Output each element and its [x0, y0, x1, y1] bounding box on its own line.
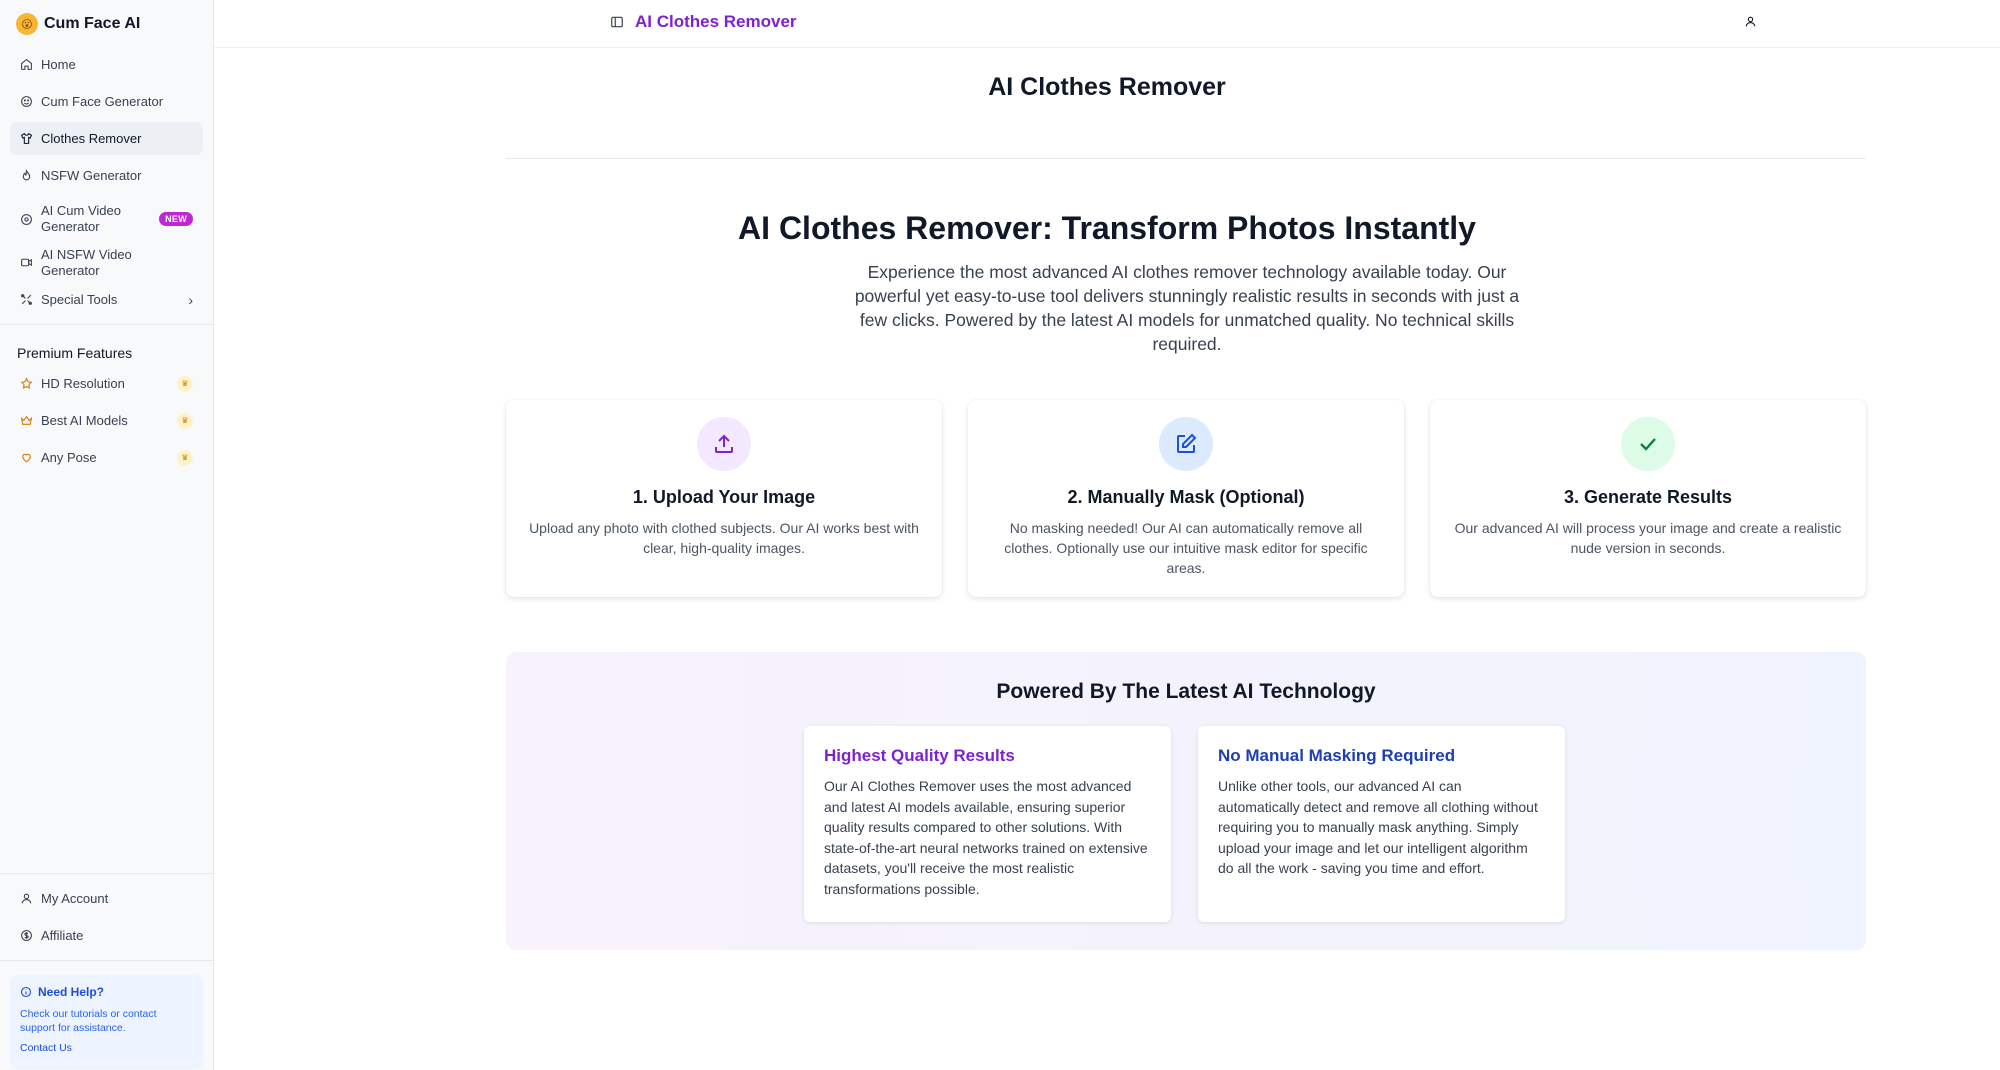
feature-text: Unlike other tools, our advanced AI can … — [1218, 778, 1538, 876]
premium-item-hd-resolution[interactable]: HD Resolution ♛ — [10, 367, 203, 400]
contact-us-link[interactable]: Contact Us — [20, 1042, 72, 1054]
sidebar-bottom: My Account Affiliate Need Help? Check ou… — [0, 873, 213, 1069]
brand-logo-icon: 😮 — [16, 13, 38, 35]
step-desc: Upload any photo with clothed subjects. … — [529, 520, 919, 556]
nav-item-ai-nsfw-video-generator[interactable]: AI NSFW Video Generator — [10, 246, 203, 279]
premium-item-label: Any Pose — [41, 449, 97, 465]
step-card-upload: 1. Upload Your Image Upload any photo wi… — [506, 400, 942, 597]
edit-icon — [1159, 417, 1213, 471]
crown-icon: ♛ — [177, 449, 193, 466]
nav-item-label: NSFW Generator — [41, 167, 142, 183]
steps-section: 1. Upload Your Image Upload any photo wi… — [506, 400, 1866, 597]
main-content: AI Clothes Remover AI Clothes Remover AI… — [214, 0, 2000, 1070]
brand[interactable]: 😮 Cum Face AI — [0, 0, 213, 48]
nav-item-my-account[interactable]: My Account — [10, 882, 203, 915]
user-icon — [20, 892, 33, 905]
flame-icon — [20, 169, 33, 182]
nav-item-home[interactable]: Home — [10, 48, 203, 81]
dollar-icon — [20, 929, 33, 942]
sidebar-divider — [0, 960, 213, 961]
page-title: AI Clothes Remover — [988, 73, 1226, 101]
sidebar: 😮 Cum Face AI Home Cum Face Generator Cl… — [0, 0, 214, 1070]
nav-item-cum-face-generator[interactable]: Cum Face Generator — [10, 85, 203, 118]
step-title: 2. Manually Mask (Optional) — [1067, 487, 1305, 507]
sidebar-divider — [0, 324, 213, 325]
chevron-right-icon: › — [188, 291, 193, 308]
nav-item-affiliate[interactable]: Affiliate — [10, 919, 203, 952]
feature-text: Our AI Clothes Remover uses the most adv… — [824, 778, 1148, 897]
step-desc: Our advanced AI will process your image … — [1454, 520, 1842, 556]
crown-icon: ♛ — [177, 412, 193, 429]
nav-item-label: AI Cum Video Generator — [41, 203, 121, 234]
premium-item-best-ai-models[interactable]: Best AI Models ♛ — [10, 404, 203, 437]
topbar: AI Clothes Remover — [214, 0, 2000, 48]
shirt-icon — [20, 132, 33, 145]
step-card-generate: 3. Generate Results Our advanced AI will… — [1430, 400, 1866, 597]
feature-title: No Manual Masking Required — [1218, 746, 1456, 765]
star-icon — [20, 377, 33, 390]
step-title: 1. Upload Your Image — [632, 487, 816, 507]
tools-icon — [20, 293, 33, 306]
face-icon — [20, 95, 33, 108]
step-title: 3. Generate Results — [1563, 487, 1733, 507]
nav-item-label: Affiliate — [41, 927, 84, 943]
premium-item-label: HD Resolution — [41, 375, 125, 391]
hero-heading: AI Clothes Remover: Transform Photos Ins… — [738, 210, 1476, 246]
main-nav: Home Cum Face Generator Clothes Remover … — [0, 48, 213, 316]
check-icon — [1621, 417, 1675, 471]
step-desc: No masking needed! Our AI can automatica… — [1004, 520, 1368, 576]
premium-item-any-pose[interactable]: Any Pose ♛ — [10, 441, 203, 474]
nav-item-label: AI NSFW Video Generator — [41, 246, 132, 278]
sidebar-divider — [0, 873, 213, 874]
premium-item-label: Best AI Models — [41, 412, 128, 428]
hero-text: Experience the most advanced AI clothes … — [854, 262, 1520, 354]
crown-icon: ♛ — [177, 375, 193, 392]
step-card-mask: 2. Manually Mask (Optional) No masking n… — [968, 400, 1404, 597]
premium-section-title: Premium Features — [17, 345, 133, 361]
home-icon — [20, 58, 33, 71]
nav-item-label: Home — [41, 56, 76, 72]
sidebar-toggle-icon[interactable] — [610, 15, 624, 29]
help-text: Check our tutorials or contact support f… — [20, 1008, 157, 1034]
premium-nav: HD Resolution ♛ Best AI Models ♛ Any Pos… — [0, 367, 213, 474]
crown-icon — [20, 414, 33, 427]
heart-icon — [20, 451, 33, 464]
upload-icon — [697, 417, 751, 471]
nav-item-nsfw-generator[interactable]: NSFW Generator — [10, 159, 203, 192]
feature-card-masking: No Manual Masking Required Unlike other … — [1198, 726, 1565, 922]
info-icon — [20, 986, 32, 998]
nav-item-label: My Account — [41, 890, 109, 906]
account-nav: My Account Affiliate — [0, 882, 213, 952]
help-title-text: Need Help? — [38, 985, 105, 999]
nav-item-label: Clothes Remover — [41, 130, 142, 146]
powered-section: Powered By The Latest AI Technology High… — [506, 652, 1866, 950]
nav-item-ai-cum-video-generator[interactable]: AI Cum Video Generator NEW — [10, 196, 203, 242]
nav-item-label: Cum Face Generator — [41, 93, 164, 109]
nav-item-clothes-remover[interactable]: Clothes Remover — [10, 122, 203, 155]
powered-heading: Powered By The Latest AI Technology — [996, 680, 1376, 703]
brand-name: Cum Face AI — [44, 15, 141, 32]
target-icon — [20, 213, 33, 226]
help-box: Need Help? Check our tutorials or contac… — [10, 975, 203, 1069]
nav-item-label: Special Tools — [41, 291, 118, 307]
feature-title: Highest Quality Results — [824, 746, 1015, 765]
nav-item-special-tools[interactable]: Special Tools › — [10, 283, 203, 316]
divider — [506, 158, 1866, 159]
topbar-title: AI Clothes Remover — [635, 12, 797, 31]
video-icon — [20, 256, 33, 269]
help-title: Need Help? — [20, 985, 193, 999]
feature-card-quality: Highest Quality Results Our AI Clothes R… — [804, 726, 1171, 922]
new-badge: NEW — [159, 212, 193, 226]
user-icon[interactable] — [1744, 15, 1757, 28]
